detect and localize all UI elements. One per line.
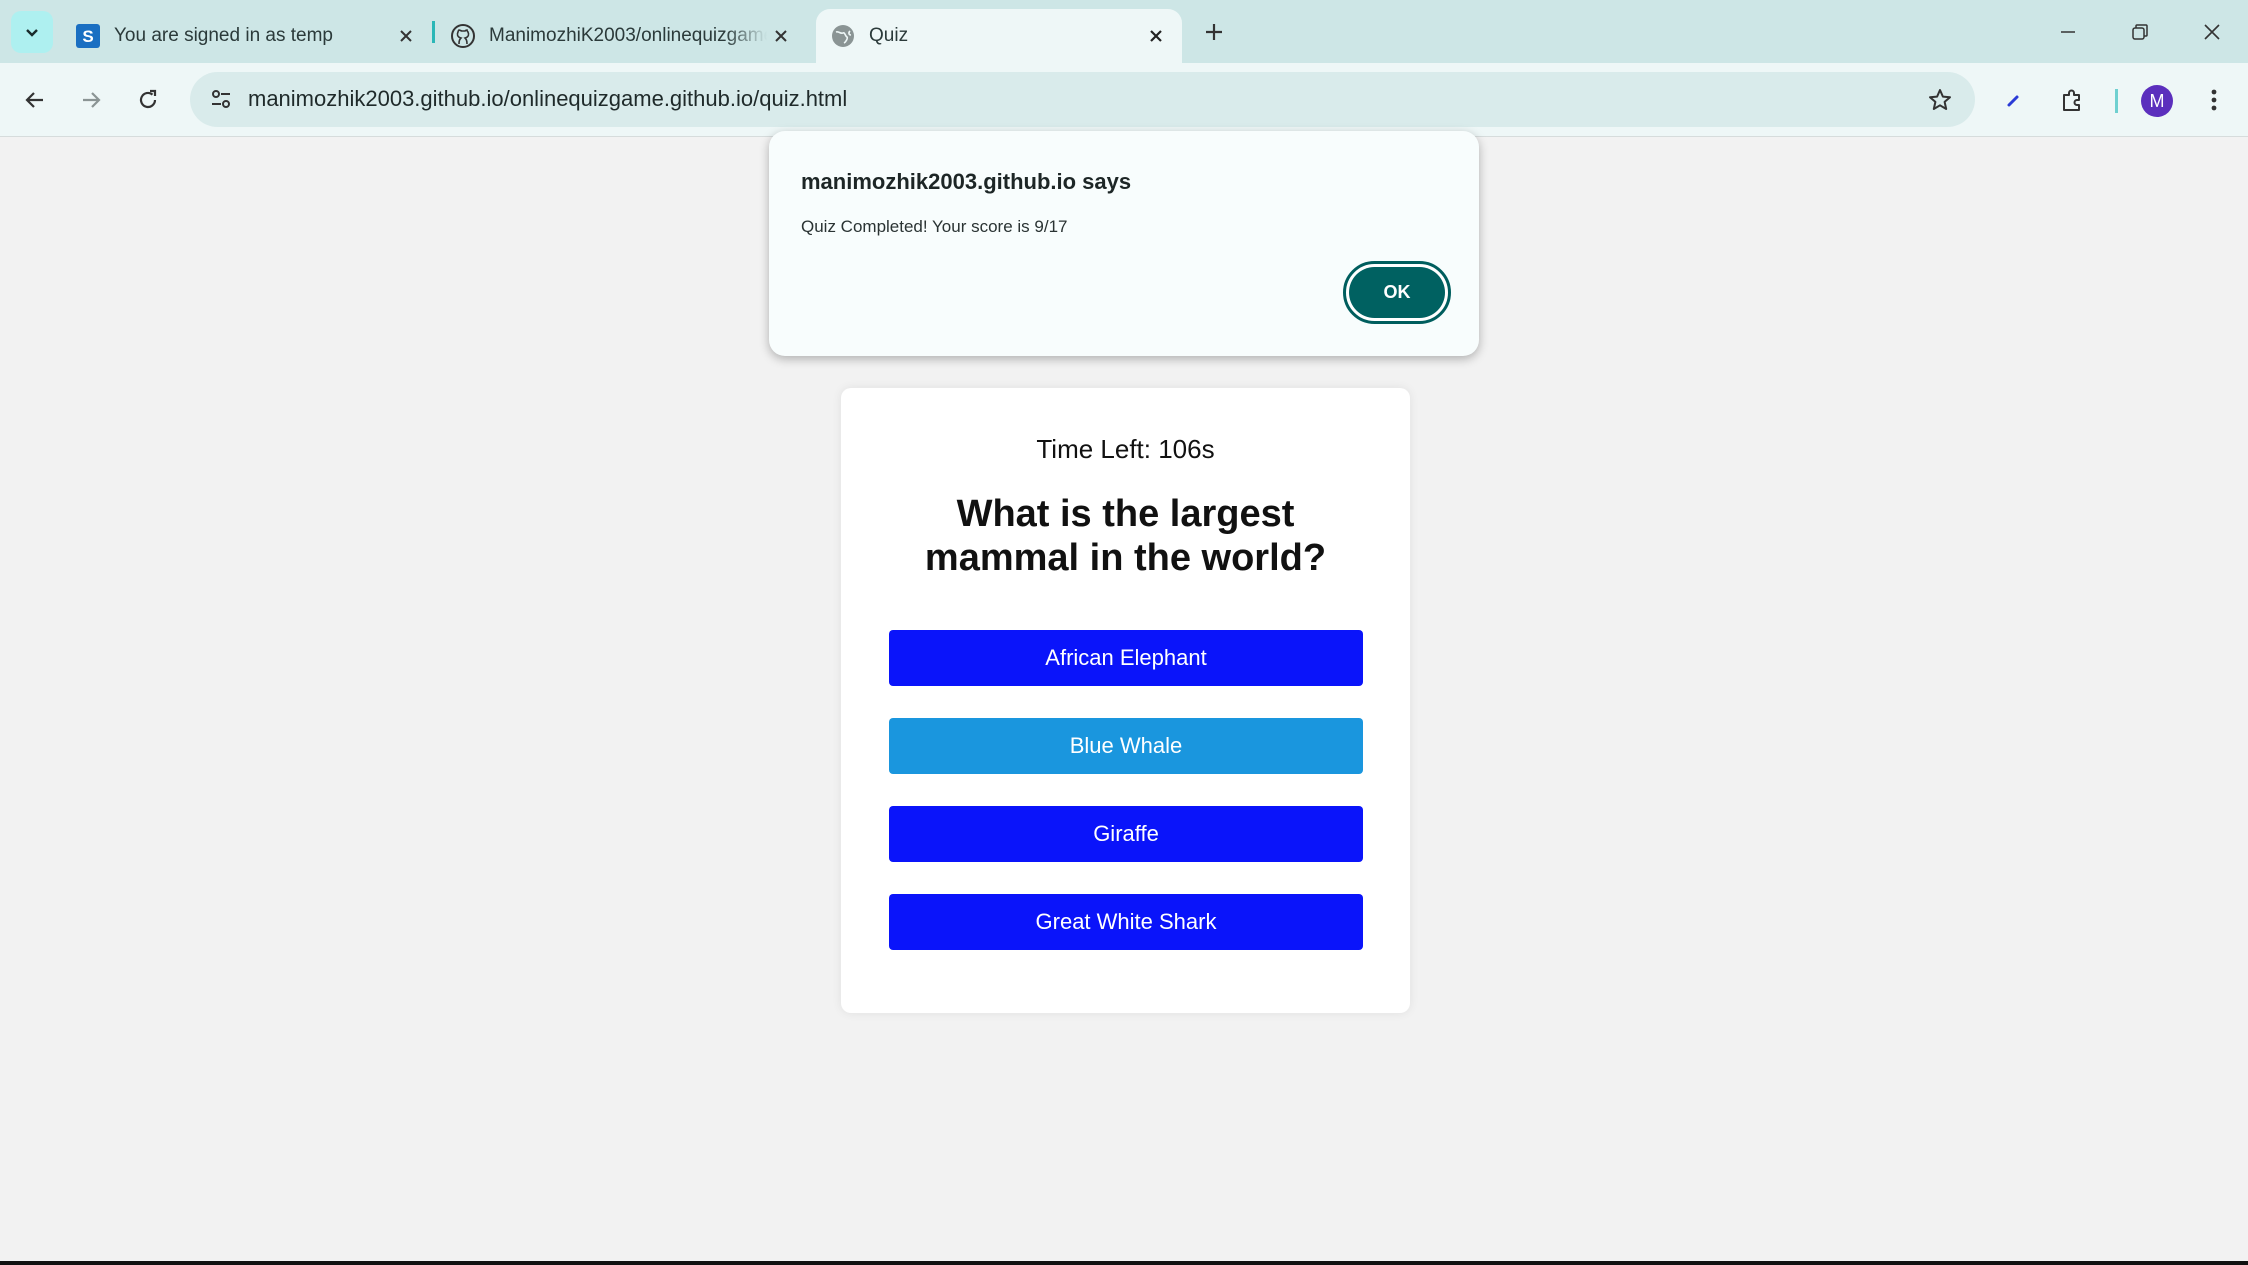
restore-icon — [2132, 24, 2148, 40]
pen-icon — [2007, 95, 2019, 107]
tab-title: You are signed in as temp — [114, 25, 334, 46]
minimize-button[interactable] — [2048, 14, 2088, 50]
close-icon[interactable] — [392, 22, 420, 50]
tab-quiz-active[interactable]: Quiz — [816, 9, 1182, 63]
restore-button[interactable] — [2120, 14, 2160, 50]
close-icon[interactable] — [767, 22, 795, 50]
option-great-white-shark[interactable]: Great White Shark — [889, 894, 1363, 950]
menu-button[interactable] — [2195, 81, 2233, 119]
s-logo-icon: S — [76, 24, 100, 48]
dialog-message: Quiz Completed! Your score is 9/17 — [801, 217, 1068, 236]
forward-button[interactable] — [72, 81, 110, 119]
github-icon — [451, 24, 475, 48]
back-button[interactable] — [16, 81, 54, 119]
site-info-button[interactable] — [204, 82, 238, 116]
alert-dialog: manimozhik2003.github.io says Quiz Compl… — [769, 131, 1479, 356]
quiz-card: Time Left: 106s What is the largest mamm… — [841, 388, 1410, 1013]
browser-toolbar: manimozhik2003.github.io/onlinequizgame.… — [0, 63, 2248, 137]
tab-title: ManimozhiK2003/onlinequizgame — [489, 25, 767, 46]
new-tab-button[interactable] — [1197, 15, 1231, 49]
tab-separator — [432, 21, 435, 43]
star-icon — [1929, 89, 1951, 110]
option-giraffe[interactable]: Giraffe — [889, 806, 1363, 862]
close-window-button[interactable] — [2192, 14, 2232, 50]
toolbar-divider — [2115, 89, 2118, 113]
bookmark-button[interactable] — [1923, 83, 1957, 117]
profile-avatar[interactable]: M — [2141, 85, 2173, 117]
address-bar[interactable]: manimozhik2003.github.io/onlinequizgame.… — [190, 72, 1975, 127]
close-icon[interactable] — [1142, 22, 1170, 50]
tune-icon — [212, 90, 230, 108]
tab-signed-in[interactable]: S You are signed in as temp — [75, 9, 420, 63]
bottom-edge — [0, 1261, 2248, 1265]
plus-icon — [1206, 24, 1222, 40]
close-icon — [2204, 24, 2220, 40]
reload-icon — [139, 89, 157, 109]
puzzle-icon — [2063, 89, 2080, 111]
tab-github[interactable]: ManimozhiK2003/onlinequizgame — [450, 9, 795, 63]
extensions-button[interactable] — [2053, 81, 2091, 119]
globe-icon — [832, 25, 854, 47]
ok-button[interactable]: OK — [1343, 261, 1451, 324]
browser-window: S You are signed in as temp ManimozhiK20… — [0, 0, 2248, 1265]
more-vertical-icon — [2211, 89, 2217, 111]
reload-button[interactable] — [129, 81, 167, 119]
tab-strip: S You are signed in as temp ManimozhiK20… — [0, 0, 2248, 63]
tab-search-button[interactable] — [11, 11, 53, 53]
svg-text:S: S — [82, 27, 93, 46]
chevron-down-icon — [26, 29, 38, 37]
arrow-left-icon — [25, 92, 43, 108]
dialog-title: manimozhik2003.github.io says — [801, 169, 1132, 194]
tab-title: Quiz — [869, 25, 909, 46]
minimize-icon — [2061, 31, 2075, 33]
option-african-elephant[interactable]: African Elephant — [889, 630, 1363, 686]
question-text: What is the largest mammal in the world? — [924, 493, 1327, 579]
url-text[interactable]: manimozhik2003.github.io/onlinequizgame.… — [248, 86, 847, 112]
arrow-right-icon — [83, 92, 101, 108]
ok-button-label: OK — [1349, 267, 1445, 318]
pen-extension-button[interactable] — [1995, 81, 2033, 119]
option-blue-whale[interactable]: Blue Whale — [889, 718, 1363, 774]
timer-text: Time Left: 106s — [1036, 434, 1215, 464]
